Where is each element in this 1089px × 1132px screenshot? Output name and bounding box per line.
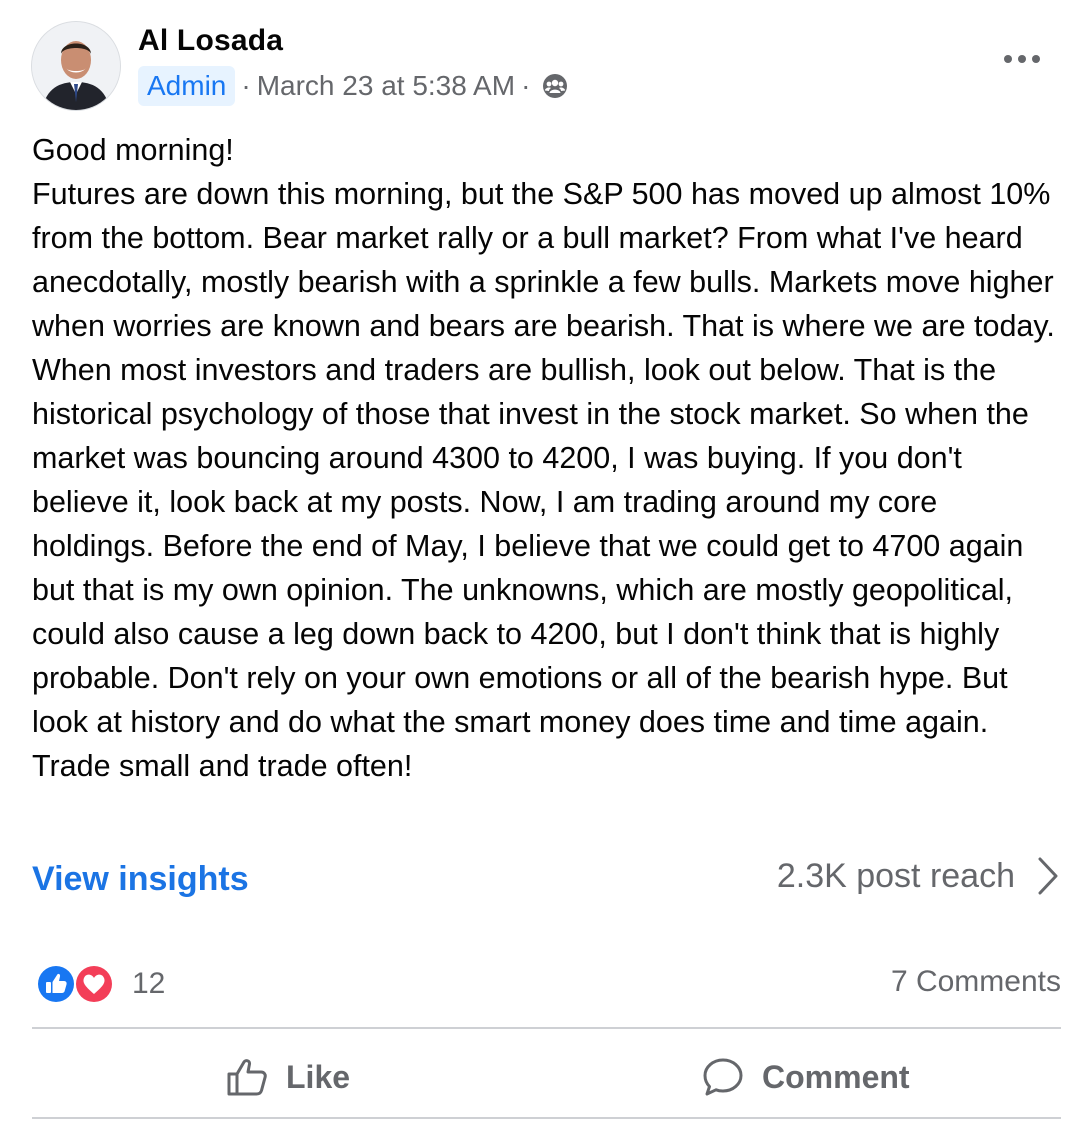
- post-body: Good morning! Futures are down this morn…: [32, 128, 1062, 788]
- like-reaction-icon: [36, 964, 76, 1004]
- author-name[interactable]: Al Losada: [138, 24, 283, 58]
- divider: [32, 1027, 1061, 1029]
- chevron-right-icon: [1038, 857, 1058, 895]
- more-options-icon[interactable]: [996, 44, 1048, 74]
- post-greeting: Good morning!: [32, 133, 234, 167]
- view-insights-link[interactable]: View insights: [32, 860, 249, 899]
- reactions-summary[interactable]: 12: [34, 962, 165, 1006]
- post-reach-button[interactable]: 2.3K post reach: [777, 856, 1059, 896]
- meta-separator: ·: [241, 70, 251, 101]
- reaction-count: 12: [132, 967, 166, 1000]
- comment-label: Comment: [762, 1058, 910, 1095]
- post-reach-label: 2.3K post reach: [776, 856, 1015, 895]
- meta-separator: ·: [521, 70, 531, 101]
- like-button[interactable]: Like: [226, 1050, 350, 1104]
- like-label: Like: [286, 1058, 351, 1095]
- comment-button[interactable]: Comment: [702, 1050, 910, 1104]
- post-meta: Admin · March 23 at 5:38 AM ·: [138, 64, 568, 108]
- divider: [32, 1117, 1061, 1119]
- post-timestamp[interactable]: March 23 at 5:38 AM: [257, 70, 515, 102]
- comment-bubble-icon: [703, 1058, 743, 1096]
- author-avatar[interactable]: [32, 22, 120, 110]
- group-audience-icon[interactable]: [542, 73, 568, 99]
- author-photo: [32, 22, 120, 110]
- admin-badge[interactable]: Admin: [138, 66, 236, 106]
- thumbs-up-icon: [227, 1059, 267, 1096]
- post-paragraph: Futures are down this morning, but the S…: [32, 177, 1055, 783]
- reaction-icons: [34, 962, 118, 1006]
- comments-count-link[interactable]: 7 Comments: [891, 965, 1061, 999]
- love-reaction-icon: [74, 964, 114, 1004]
